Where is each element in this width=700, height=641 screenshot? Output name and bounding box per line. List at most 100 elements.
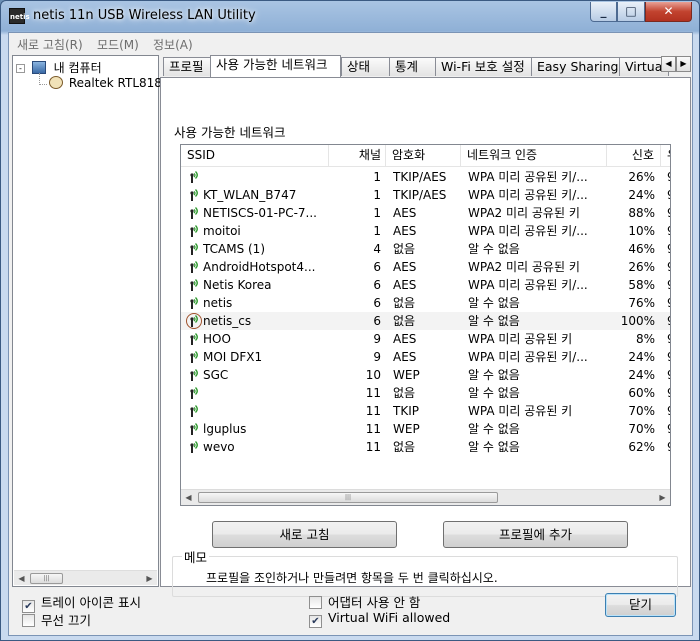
cell-ssid: AndroidHotspot4... <box>203 260 316 274</box>
checkbox-box[interactable]: ✔ <box>309 615 322 628</box>
tab-easy-sharing[interactable]: Easy Sharing <box>531 57 620 76</box>
column-auth[interactable]: 네트워크 인증 <box>461 145 607 167</box>
wifi-signal-icon <box>190 405 198 417</box>
menu-mode[interactable]: 모드(M) <box>97 36 139 53</box>
cell-channel: 10 <box>365 368 381 382</box>
tree-item-my-computer[interactable]: - 내 컴퓨터 <box>16 59 102 76</box>
table-row[interactable]: netis_cs 6 없음 알 수 없음 100% 9 <box>181 312 670 330</box>
table-row[interactable]: KT_WLAN_B747 1 TKIP/AES WPA 미리 공유된 키/... 24%… <box>181 186 670 204</box>
cell-extra: 9 <box>667 402 670 420</box>
cell-channel: 6 <box>373 296 381 310</box>
add-to-profile-button[interactable]: 프로필에 추가 <box>443 521 628 548</box>
cell-extra: 9 <box>667 222 670 240</box>
cell-auth: WPA 미리 공유된 키 <box>468 404 573 418</box>
table-row[interactable]: 11 TKIP WPA 미리 공유된 키 70% 9 <box>181 402 670 420</box>
cell-auth: WPA 미리 공유된 키/... <box>468 170 588 184</box>
title-bar[interactable]: netis netis 11n USB Wireless LAN Utility… <box>1 1 699 32</box>
table-row[interactable]: TCAMS (1) 4 없음 알 수 없음 46% 9 <box>181 240 670 258</box>
checkbox-label: Virtual WiFi allowed <box>328 610 451 625</box>
table-row[interactable]: HOO 9 AES WPA 미리 공유된 키 8% 9 <box>181 330 670 348</box>
table-row[interactable]: NETISCS-01-PC-7... 1 AES WPA2 미리 공유된 키 88% 9 <box>181 204 670 222</box>
tab-wps[interactable]: Wi-Fi 보호 설정 <box>435 57 532 76</box>
tab-strip: 프로필 사용 가능한 네트워크 상태 통계 Wi-Fi 보호 설정 Easy S… <box>161 55 691 77</box>
tab-status[interactable]: 상태 <box>341 57 390 76</box>
cell-channel: 6 <box>373 314 381 328</box>
network-list[interactable]: SSID 채널 암호화 네트워크 인증 신호 유 1 TKIP/AES WPA 미리… <box>180 144 671 506</box>
cell-encryption: AES <box>393 206 417 220</box>
minimize-button[interactable]: _ <box>590 2 617 22</box>
checkbox-label: 무선 끄기 <box>41 613 91 628</box>
table-row[interactable]: moitoi 1 AES WPA 미리 공유된 키/... 10% 9 <box>181 222 670 240</box>
table-row[interactable]: 1 TKIP/AES WPA 미리 공유된 키/... 26% 9 <box>181 168 670 186</box>
cell-extra: 9 <box>667 204 670 222</box>
tab-available-networks[interactable]: 사용 가능한 네트워크 <box>210 55 341 77</box>
table-row[interactable]: SGC 10 WEP 알 수 없음 24% 9 <box>181 366 670 384</box>
table-row[interactable]: 11 없음 알 수 없음 60% 9 <box>181 384 670 402</box>
column-encryption[interactable]: 암호화 <box>386 145 461 167</box>
tree-item-adapter[interactable]: Realtek RTL818 <box>49 76 162 90</box>
scrollbar-thumb[interactable]: ||| <box>30 573 63 584</box>
cell-channel: 11 <box>365 386 381 400</box>
window-title: netis 11n USB Wireless LAN Utility <box>33 8 256 23</box>
maximize-button[interactable]: □ <box>617 2 645 22</box>
scroll-right-icon[interactable]: ▶ <box>655 490 670 505</box>
cell-extra: 9 <box>667 258 670 276</box>
cell-signal: 10% <box>628 224 655 238</box>
tab-scroll-right-icon[interactable]: ▶ <box>676 56 691 72</box>
column-channel[interactable]: 채널 <box>329 145 386 167</box>
table-row[interactable]: lguplus 11 WEP 알 수 없음 70% 9 <box>181 420 670 438</box>
device-tree[interactable]: - 내 컴퓨터 Realtek RTL818 ◀ ||| ▶ <box>12 55 162 587</box>
table-row[interactable]: Netis Korea 6 AES WPA 미리 공유된 키/... 58% 9 <box>181 276 670 294</box>
virtual-wifi-checkbox[interactable]: ✔ Virtual WiFi allowed <box>309 610 450 628</box>
refresh-button[interactable]: 새로 고침 <box>212 521 397 548</box>
tree-horizontal-scrollbar[interactable]: ◀ ||| ▶ <box>14 570 157 585</box>
cell-encryption: TKIP <box>393 404 419 418</box>
cell-ssid: wevo <box>203 440 235 454</box>
cell-extra: 9 <box>667 384 670 402</box>
cell-signal: 8% <box>635 332 655 346</box>
column-extra[interactable]: 유 <box>661 145 670 167</box>
tab-statistics[interactable]: 통계 <box>389 57 436 76</box>
table-row[interactable]: MOI DFX1 9 AES WPA 미리 공유된 키/... 24% 9 <box>181 348 670 366</box>
wifi-signal-icon <box>190 333 198 345</box>
cell-signal: 76% <box>628 296 655 310</box>
cell-extra: 9 <box>667 366 670 384</box>
column-ssid[interactable]: SSID <box>181 145 329 167</box>
menu-refresh[interactable]: 새로 고침(R) <box>17 36 83 53</box>
close-button[interactable]: 닫기 <box>605 593 676 617</box>
cell-channel: 1 <box>373 206 381 220</box>
table-row[interactable]: AndroidHotspot4... 6 AES WPA2 미리 공유된 키 26% 9 <box>181 258 670 276</box>
table-row[interactable]: wevo 11 없음 알 수 없음 62% 9 <box>181 438 670 456</box>
cell-ssid: Netis Korea <box>203 278 272 292</box>
cell-channel: 1 <box>373 188 381 202</box>
cell-encryption: 없음 <box>393 314 416 328</box>
cell-encryption: 없음 <box>393 386 416 400</box>
scroll-left-icon[interactable]: ◀ <box>181 490 196 505</box>
tab-profile[interactable]: 프로필 <box>163 57 211 76</box>
wifi-signal-icon <box>190 351 198 363</box>
cell-auth: WPA 미리 공유된 키/... <box>468 350 588 364</box>
cell-signal: 58% <box>628 278 655 292</box>
scroll-right-icon[interactable]: ▶ <box>142 571 157 586</box>
cell-extra: 9 <box>667 276 670 294</box>
close-window-button[interactable]: ✕ <box>645 2 692 22</box>
wifi-signal-icon <box>190 387 198 399</box>
disable-adapter-checkbox[interactable]: 어댑터 사용 안 함 <box>309 592 420 611</box>
checkbox-box[interactable] <box>309 596 322 609</box>
list-horizontal-scrollbar[interactable]: ◀ ||| ▶ <box>181 489 670 505</box>
scroll-left-icon[interactable]: ◀ <box>14 571 29 586</box>
table-row[interactable]: netis 6 없음 알 수 없음 76% 9 <box>181 294 670 312</box>
scrollbar-thumb[interactable]: ||| <box>198 492 498 503</box>
cell-encryption: TKIP/AES <box>393 188 447 202</box>
column-signal[interactable]: 신호 <box>607 145 661 167</box>
cell-auth: WPA 미리 공유된 키/... <box>468 224 588 238</box>
cell-encryption: WEP <box>393 368 420 382</box>
radio-off-checkbox[interactable]: 무선 끄기 <box>22 610 91 629</box>
cell-auth: WPA2 미리 공유된 키 <box>468 206 580 220</box>
available-networks-panel: 사용 가능한 네트워크 SSID 채널 암호화 네트워크 인증 신호 유 1 TK… <box>160 77 691 597</box>
collapse-icon[interactable]: - <box>16 64 25 73</box>
checkbox-box[interactable] <box>22 614 35 627</box>
tab-scroll-left-icon[interactable]: ◀ <box>661 56 676 72</box>
menu-about[interactable]: 정보(A) <box>153 36 193 53</box>
cell-channel: 4 <box>373 242 381 256</box>
